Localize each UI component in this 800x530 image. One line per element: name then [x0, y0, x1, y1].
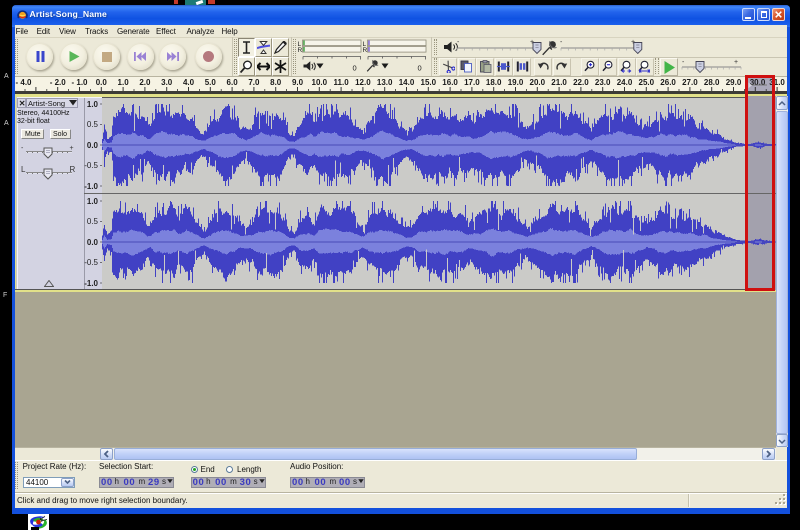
svg-text:-1.0: -1.0 — [84, 182, 98, 191]
svg-text:23.0: 23.0 — [595, 78, 611, 87]
svg-text:19.0: 19.0 — [508, 78, 524, 87]
svg-text:27.0: 27.0 — [682, 78, 698, 87]
svg-text:28.0: 28.0 — [704, 78, 720, 87]
svg-text:13.0: 13.0 — [377, 78, 393, 87]
svg-text:-0.5: -0.5 — [84, 161, 98, 170]
svg-text:0.0: 0.0 — [87, 238, 99, 247]
svg-text:8.0: 8.0 — [270, 78, 282, 87]
svg-text:- 1.0: - 1.0 — [71, 78, 88, 87]
svg-text:3.0: 3.0 — [161, 78, 173, 87]
svg-text:-: - — [457, 39, 460, 46]
svg-text:14.0: 14.0 — [399, 78, 415, 87]
svg-text:0.5: 0.5 — [87, 120, 99, 129]
svg-text:-: - — [682, 59, 685, 66]
svg-text:1.0: 1.0 — [118, 78, 130, 87]
svg-text:17.0: 17.0 — [464, 78, 480, 87]
svg-text:25.0: 25.0 — [639, 78, 655, 87]
svg-text:R: R — [298, 47, 303, 54]
svg-text:4.0: 4.0 — [183, 78, 195, 87]
svg-text:29.0: 29.0 — [726, 78, 742, 87]
svg-text:0.5: 0.5 — [87, 217, 99, 226]
svg-text:12.0: 12.0 — [355, 78, 371, 87]
svg-text:0: 0 — [418, 64, 422, 73]
svg-text:- 4.0: - 4.0 — [16, 78, 33, 87]
svg-text:1.0: 1.0 — [87, 100, 99, 109]
svg-text:26.0: 26.0 — [660, 78, 676, 87]
svg-text:2.0: 2.0 — [139, 78, 151, 87]
svg-text:10.0: 10.0 — [312, 78, 328, 87]
svg-text:-: - — [560, 39, 563, 46]
svg-text:+: + — [734, 59, 738, 66]
svg-text:11.0: 11.0 — [334, 78, 350, 87]
svg-text:20.0: 20.0 — [530, 78, 546, 87]
svg-text:16.0: 16.0 — [442, 78, 458, 87]
svg-text:7.0: 7.0 — [248, 78, 260, 87]
svg-text:0.0: 0.0 — [96, 78, 108, 87]
svg-text:- 2.0: - 2.0 — [50, 78, 67, 87]
svg-text:18.0: 18.0 — [486, 78, 502, 87]
svg-text:15.0: 15.0 — [421, 78, 437, 87]
svg-text:-1.0: -1.0 — [84, 279, 98, 288]
svg-text:9.0: 9.0 — [292, 78, 304, 87]
svg-text:22.0: 22.0 — [573, 78, 589, 87]
svg-text:0.0: 0.0 — [87, 141, 99, 150]
svg-text:-0.5: -0.5 — [84, 258, 98, 267]
svg-text:0: 0 — [353, 64, 357, 73]
svg-text:1.0: 1.0 — [87, 197, 99, 206]
svg-text:6.0: 6.0 — [227, 78, 239, 87]
svg-text:5.0: 5.0 — [205, 78, 217, 87]
svg-text:21.0: 21.0 — [551, 78, 567, 87]
svg-text:R: R — [363, 47, 368, 54]
svg-text:24.0: 24.0 — [617, 78, 633, 87]
